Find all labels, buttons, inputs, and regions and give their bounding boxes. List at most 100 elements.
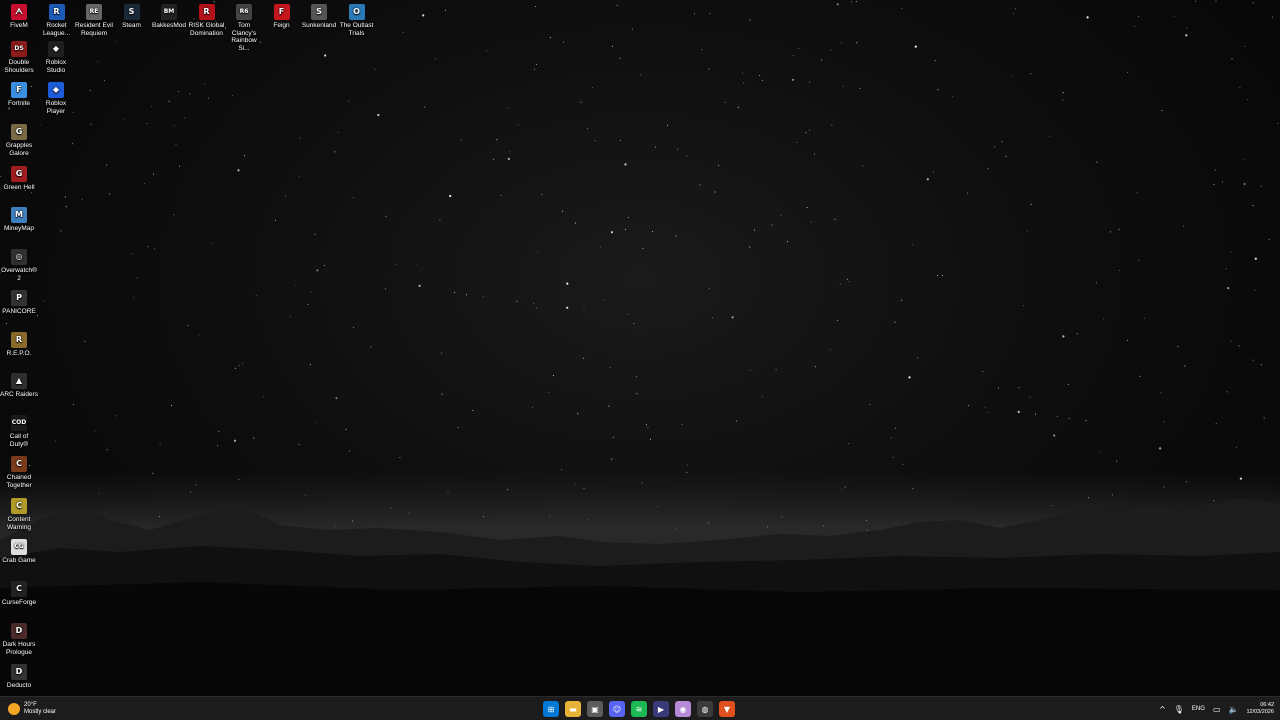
app-icon: BM [161,4,177,20]
desktop-icon-chained-together[interactable]: C Chained Together [0,454,38,489]
desktop-icon-deducto[interactable]: D Deducto [0,662,38,690]
clock[interactable]: 06:42 12/03/2026 [1246,702,1274,716]
desktop-icon-double-shoulders[interactable]: DS Double Shoulders [0,39,38,74]
desktop-icon-call-of-duty[interactable]: COD Call of Duty® [0,413,38,448]
desktop-icon-fivem[interactable]: ᗅ FiveM [0,2,38,30]
chevron-up-icon[interactable]: ^ [1159,705,1166,714]
volume-icon[interactable]: 🔈 [1229,705,1239,714]
desktop-icon-label: RISK Global Domination [188,22,225,37]
desktop-icon-label: FiveM [10,22,28,29]
app-icon: D [11,623,27,639]
desktop-icon-roblox-player[interactable]: ◆ Roblox Player [37,80,75,115]
app-icon: S [311,4,327,20]
desktop-icon-label: Overwatch® 2 [1,267,37,282]
microphone-icon[interactable]: 🎙 [1174,705,1184,714]
app-icon: RE [86,4,102,20]
desktop-icon-label: The Outlast Trials [339,22,374,37]
desktop-icon-risk-global-domination[interactable]: R RISK Global Domination [188,2,226,37]
desktop-icon-crab-game[interactable]: CG Crab Game [0,537,38,565]
app-icon: R [11,332,27,348]
app-icon: P [11,290,27,306]
app-icon: M [11,207,27,223]
desktop-icon-panicore[interactable]: P PANICORE [0,288,38,316]
app-icon: O [348,4,365,20]
app-icon: R [48,4,65,20]
system-tray: ^ 🎙 ENG ▭ 🔈 06:42 12/03/2026 [1159,699,1274,719]
spotify-icon[interactable]: ≋ [631,701,647,717]
start-icon[interactable]: ⊞ [543,701,559,717]
desktop-icon-mineymap[interactable]: M MineyMap [0,205,38,233]
clock-date: 12/03/2026 [1246,709,1274,715]
file-explorer-icon[interactable]: ▬ [565,701,581,717]
clock-time: 06:42 [1260,702,1274,708]
app-icon: C [11,581,27,597]
desktop-icon-label: Sunkenland [301,22,337,29]
discord-icon[interactable]: ☺ [609,701,625,717]
desktop-icon-label: Crab Game [2,557,36,564]
brave-icon[interactable]: ▼ [719,701,735,717]
network-icon[interactable]: ▭ [1213,705,1221,714]
desktop-icon-feign[interactable]: F Feign [263,2,301,30]
desktop-icon-label: Feign [273,22,290,29]
app-icon: C [11,456,27,472]
app-icon: ▲ [11,373,27,389]
desktop-icon-label: Deducto [6,682,32,689]
weather-widget[interactable]: 20°F Mostly clear [8,699,56,719]
desktop-icon-fortnite[interactable]: F Fortnite [0,80,38,108]
desktop-icon-r-e-p-o[interactable]: R R.E.P.O. [0,330,38,358]
microsoft-store-icon[interactable]: ▣ [587,701,603,717]
chrome-icon[interactable]: ◍ [697,701,713,717]
app-icon[interactable]: ◉ [675,701,691,717]
desktop-icon-sunkenland[interactable]: S Sunkenland [300,2,338,30]
desktop-icon-label: MineyMap [4,225,34,232]
app-icon: G [11,124,27,140]
taskbar: 20°F Mostly clear ⊞ ▬ ▣ ☺ ≋ ▶ ◉ ◍ ▼ ^ 🎙 ENG ▭ 🔈 … [0,696,1280,720]
app-icon: ◎ [11,249,27,265]
desktop-icon-label: Steam [122,22,141,29]
app-icon: ◆ [48,82,64,98]
desktop-icon-label: Rocket League... [42,22,71,37]
desktop-icon-label: Grapples Galore [5,142,33,157]
desktop-icon-label: Content Warning [7,516,31,531]
desktop-icon-tom-clancy-s-rainbow-si[interactable]: R6 Tom Clancy's Rainbow Si... [225,2,263,52]
language-indicator[interactable]: ENG [1192,706,1205,712]
desktop-icon-arc-raiders[interactable]: ▲ ARC Raiders [0,371,38,399]
desktop-icon-label: R.E.P.O. [6,350,32,357]
desktop-icon-label: Roblox Player [45,100,67,115]
desktop-icon-dark-hours-prologue[interactable]: D Dark Hours Prologue [0,621,38,656]
app-icon: F [11,82,27,98]
desktop-icon-green-hell[interactable]: G Green Hell [0,164,38,192]
sun-icon [8,703,20,715]
app-icon: DS [11,41,27,57]
app-icon: R [198,4,215,20]
desktop-icon-label: Tom Clancy's Rainbow Si... [231,22,257,52]
wallpaper-mountains [0,470,1280,696]
app-icon: CG [11,539,27,555]
desktop-icon-roblox-studio[interactable]: ◆ Roblox Studio [37,39,75,74]
desktop-icon-label: ARC Raiders [0,391,38,398]
weather-temp: 20°F [24,702,37,708]
taskbar-apps: ⊞ ▬ ▣ ☺ ≋ ▶ ◉ ◍ ▼ [543,699,735,719]
app-icon: G [11,166,27,182]
desktop-icon-label: Double Shoulders [4,59,34,74]
desktop-icon-bakkesmod[interactable]: BM BakkesMod [150,2,188,30]
app-icon: ◆ [48,41,64,57]
app-icon: S [123,4,140,20]
desktop-icon-content-warning[interactable]: C Content Warning [0,496,38,531]
desktop-icon-rocket-league[interactable]: R Rocket League... [38,2,76,37]
desktop-icon-grapples-galore[interactable]: G Grapples Galore [0,122,38,157]
desktop-icon-label: Chained Together [6,474,32,489]
weather-condition: Mostly clear [24,709,57,715]
desktop-icon-steam[interactable]: S Steam [113,2,151,30]
app-icon: ᗅ [11,4,27,20]
app-icon: R6 [236,4,252,20]
desktop-icon-curseforge[interactable]: C CurseForge [0,579,38,607]
desktop-icon-label: Green Hell [3,184,35,191]
desktop-icon-overwatch-2[interactable]: ◎ Overwatch® 2 [0,247,38,282]
desktop-icon-the-outlast-trials[interactable]: O The Outlast Trials [338,2,376,37]
media-player-icon[interactable]: ▶ [653,701,669,717]
desktop-icon-resident-evil-requiem[interactable]: RE Resident Evil Requiem [75,2,113,37]
app-icon: C [11,498,27,514]
app-icon: D [11,664,27,680]
desktop-icon-label: PANICORE [2,308,36,315]
